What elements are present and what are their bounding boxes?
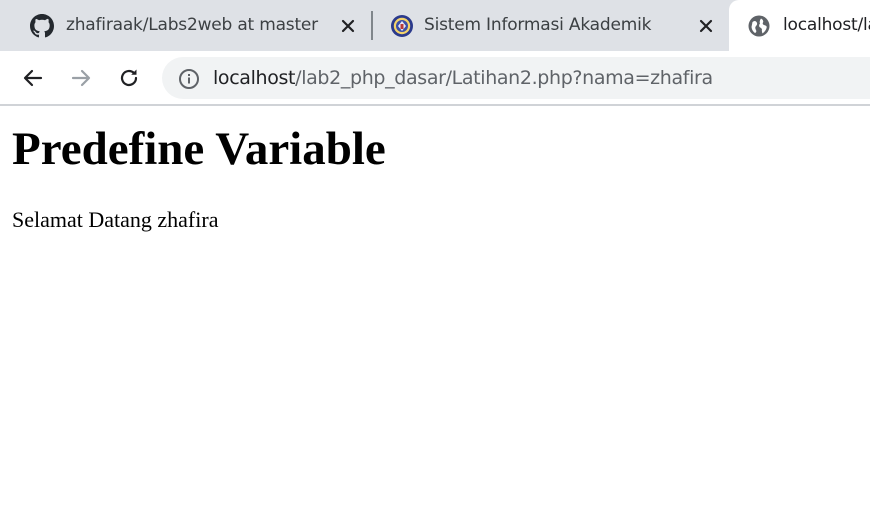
url-text[interactable]: localhost/lab2_php_dasar/Latihan2.php?na… [213,67,713,89]
browser-window: zhafiraak/Labs2web at master Sistem Info… [0,0,870,520]
greeting-text: Selamat Datang zhafira [12,207,219,232]
globe-icon [746,13,772,39]
close-icon[interactable] [337,15,359,37]
tab-localhost-active[interactable]: localhost/la [729,0,870,51]
browser-toolbar: localhost/lab2_php_dasar/Latihan2.php?na… [0,51,870,105]
address-bar[interactable]: localhost/lab2_php_dasar/Latihan2.php?na… [162,57,870,99]
page-content: Predefine Variable Selamat Datang zhafir… [0,106,870,520]
tab-title: zhafiraak/Labs2web at master [66,15,318,35]
tab-sistem-informasi[interactable]: Sistem Informasi Akademik [372,0,729,51]
arrow-right-icon[interactable] [66,63,96,93]
page-heading: Predefine Variable [12,123,386,175]
arrow-left-icon[interactable] [18,63,48,93]
tab-github[interactable]: zhafiraak/Labs2web at master [0,0,372,51]
github-icon [29,13,55,39]
tab-title: localhost/la [783,15,870,35]
close-icon[interactable] [695,15,717,37]
tab-strip: zhafiraak/Labs2web at master Sistem Info… [0,0,870,51]
university-logo-icon [389,13,415,39]
info-icon[interactable] [177,67,201,91]
url-path: /lab2_php_dasar/Latihan2.php?nama=zhafir… [295,67,713,89]
reload-icon[interactable] [114,63,144,93]
tab-title: Sistem Informasi Akademik [424,15,652,35]
url-host: localhost [213,67,296,89]
